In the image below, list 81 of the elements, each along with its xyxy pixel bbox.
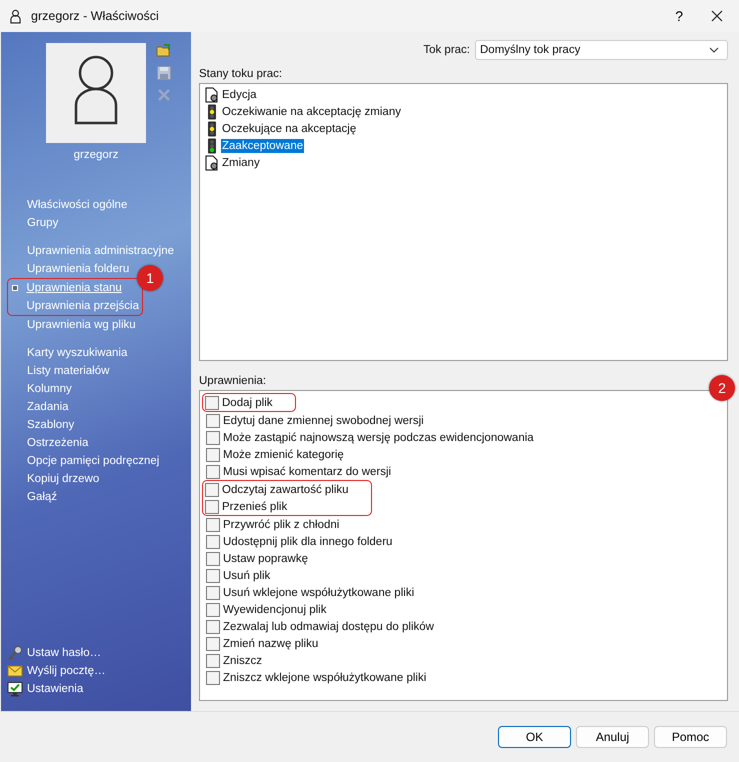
permissions-label: Uprawnienia: bbox=[199, 375, 266, 389]
nav-link[interactable]: Grupy bbox=[27, 217, 58, 229]
nav-link[interactable]: Kolumny bbox=[27, 383, 72, 395]
save-icon[interactable] bbox=[156, 65, 172, 81]
checkbox[interactable] bbox=[206, 448, 220, 462]
action-link[interactable]: Ustaw hasło… bbox=[27, 647, 102, 659]
checkbox[interactable] bbox=[205, 482, 219, 496]
checkbox[interactable] bbox=[206, 534, 220, 548]
checkbox[interactable] bbox=[206, 430, 220, 444]
nav-link[interactable]: Ostrzeżenia bbox=[27, 437, 88, 449]
checkbox[interactable] bbox=[206, 654, 220, 668]
workflow-dropdown[interactable]: Domyślny tok pracy bbox=[475, 40, 728, 60]
dialog-button[interactable]: Pomoc bbox=[654, 726, 727, 748]
nav-link[interactable]: Karty wyszukiwania bbox=[27, 347, 128, 359]
permission-label: Dodaj plik bbox=[222, 396, 272, 408]
permission-label: Ustaw poprawkę bbox=[223, 552, 308, 564]
checkbox[interactable] bbox=[206, 670, 220, 684]
checkbox[interactable] bbox=[206, 620, 220, 634]
permission-label: Zniszcz wklejone współużytkowane pliki bbox=[223, 672, 426, 684]
state-item[interactable]: Edycja bbox=[221, 88, 258, 102]
permission-label: Może zmienić kategorię bbox=[223, 448, 344, 460]
permission-label: Musi wpisać komentarz do wersji bbox=[223, 466, 392, 478]
nav-link[interactable]: Zadania bbox=[27, 401, 69, 413]
number-badge: 2 bbox=[709, 375, 735, 401]
nav-link[interactable]: Gałąź bbox=[27, 491, 58, 503]
number-badge: 1 bbox=[137, 265, 163, 291]
nav-link[interactable]: Listy materiałów bbox=[27, 365, 110, 377]
nav-link[interactable]: Kopiuj drzewo bbox=[27, 473, 100, 485]
monitor-icon bbox=[7, 681, 23, 697]
permission-label: Przywróć plik z chłodni bbox=[223, 518, 340, 530]
permission-label: Wyewidencjonuj plik bbox=[223, 604, 326, 616]
checkbox[interactable] bbox=[206, 586, 220, 600]
permission-label: Zniszcz bbox=[223, 654, 262, 666]
states-label: Stany toku prac: bbox=[199, 68, 282, 82]
nav-link[interactable]: Uprawnienia stanu bbox=[26, 282, 122, 294]
nav-link[interactable]: Uprawnienia wg pliku bbox=[27, 319, 136, 331]
checkbox[interactable] bbox=[206, 602, 220, 616]
nav-link[interactable]: Opcje pamięci podręcznej bbox=[27, 455, 160, 467]
open-folder-icon[interactable] bbox=[156, 43, 172, 59]
document-icon bbox=[204, 86, 220, 102]
dialog-button[interactable]: OK bbox=[498, 726, 571, 748]
document-icon bbox=[204, 154, 220, 170]
checkbox[interactable] bbox=[206, 552, 220, 566]
state-item[interactable]: Zaakceptowane bbox=[221, 138, 304, 152]
user-name: grzegorz bbox=[72, 149, 120, 161]
state-item[interactable]: Oczekiwanie na akceptację zmiany bbox=[221, 104, 402, 118]
nav-link[interactable]: Właściwości ogólne bbox=[27, 199, 128, 211]
user-icon bbox=[10, 8, 21, 24]
permission-label: Usuń plik bbox=[223, 570, 270, 582]
checkbox[interactable] bbox=[206, 464, 220, 478]
action-link[interactable]: Wyślij pocztę… bbox=[27, 665, 106, 677]
state-item[interactable]: Oczekujące na akceptację bbox=[221, 122, 358, 136]
permission-label: Może zastąpić najnowszą wersję podczas ewidencjonowania bbox=[223, 432, 534, 444]
selection-bullet bbox=[12, 285, 18, 291]
nav-link[interactable]: Uprawnienia folderu bbox=[27, 263, 130, 275]
permission-label: Zmień nazwę pliku bbox=[223, 638, 318, 650]
permission-label: Zezwalaj lub odmawiaj dostępu do plików bbox=[223, 620, 434, 632]
checkbox[interactable] bbox=[205, 500, 219, 514]
window-title: grzegorz - Właściwości bbox=[31, 9, 159, 23]
state-item[interactable]: Zmiany bbox=[221, 156, 261, 170]
nav-link[interactable]: Uprawnienia administracyjne bbox=[27, 245, 174, 257]
workflow-label: Tok prac: bbox=[423, 44, 470, 56]
chevron-down-icon bbox=[709, 47, 719, 53]
envelope-icon bbox=[7, 663, 23, 679]
permission-label: Usuń wklejone współużytkowane pliki bbox=[223, 586, 414, 598]
permission-label: Udostępnij plik dla innego folderu bbox=[223, 536, 392, 548]
nav-link[interactable]: Szablony bbox=[27, 419, 74, 431]
nav-link[interactable]: Uprawnienia przejścia bbox=[26, 300, 139, 312]
checkbox[interactable] bbox=[206, 568, 220, 582]
permission-label: Edytuj dane zmiennej swobodnej wersji bbox=[223, 414, 424, 426]
key-icon bbox=[7, 645, 23, 661]
action-link[interactable]: Ustawienia bbox=[27, 683, 84, 695]
dialog-button[interactable]: Anuluj bbox=[576, 726, 649, 748]
checkbox[interactable] bbox=[205, 396, 219, 410]
checkbox[interactable] bbox=[206, 414, 220, 428]
close-icon[interactable] bbox=[711, 10, 723, 22]
permission-label: Przenieś plik bbox=[222, 500, 288, 512]
permission-label: Odczytaj zawartość pliku bbox=[222, 484, 349, 496]
checkbox[interactable] bbox=[206, 636, 220, 650]
checkbox[interactable] bbox=[206, 518, 220, 532]
help-button[interactable]: ? bbox=[675, 8, 683, 24]
